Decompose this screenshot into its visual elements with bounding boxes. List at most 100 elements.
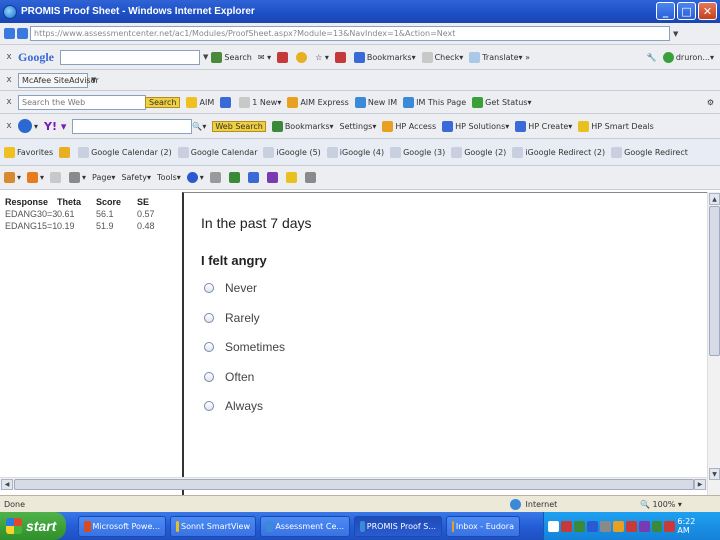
tray-app-icon[interactable] (651, 520, 663, 532)
tray-app-icon[interactable] (573, 520, 585, 532)
web-search-button[interactable]: Search (145, 96, 181, 108)
scroll-right-icon[interactable]: ▶ (694, 479, 706, 490)
url-field[interactable]: https://www.assessmentcenter.net/ac1/Mod… (30, 26, 670, 41)
vertical-scroll-thumb[interactable] (709, 206, 720, 356)
close-toolbar-icon[interactable]: x (0, 52, 18, 62)
close-toolbar-icon[interactable]: x (0, 75, 18, 85)
task-smartview[interactable]: Sonnt SmartView (170, 515, 256, 537)
security-zone[interactable]: Internet (510, 498, 557, 510)
yahoo-bookmarks-button[interactable]: Bookmarks ▾ (271, 120, 334, 132)
radio-button[interactable] (204, 342, 214, 352)
favorite-link[interactable]: Google Calendar (2) (78, 146, 172, 158)
task-eudora[interactable]: Inbox - Eudora (446, 515, 520, 537)
wrench-icon[interactable]: 🔧 (647, 53, 657, 62)
page-menu[interactable]: Page ▾ (92, 173, 115, 182)
messenger-icon[interactable] (228, 172, 242, 183)
favorite-link[interactable]: iGoogle Redirect (2) (512, 146, 605, 158)
blog-icon[interactable] (247, 172, 261, 183)
horizontal-scroll-thumb[interactable] (14, 479, 694, 490)
read-mail-icon[interactable] (50, 172, 63, 183)
im-this-page-button[interactable]: IM This Page (403, 96, 466, 108)
gear-icon[interactable]: ⚙ (707, 98, 714, 107)
yahoo-logo-icon[interactable]: Y! ▾ (44, 120, 66, 133)
search-icon[interactable]: 🔍▾ (192, 122, 206, 131)
forward-icon[interactable] (17, 28, 28, 39)
option-sometimes[interactable]: Sometimes (204, 340, 285, 354)
tray-app-icon[interactable] (664, 520, 676, 532)
radio-button[interactable] (204, 283, 214, 293)
maximize-button[interactable]: □ (677, 2, 696, 20)
radio-button[interactable] (204, 401, 214, 411)
option-never[interactable]: Never (204, 281, 257, 295)
favorite-link[interactable]: Google (3) (390, 146, 445, 158)
new-messages-button[interactable]: 1 New ▾ (239, 96, 281, 108)
google-search-button[interactable]: Search (211, 51, 252, 63)
tray-app-icon[interactable] (599, 520, 611, 532)
tray-app-icon[interactable] (638, 520, 650, 532)
favorite-link[interactable]: iGoogle (5) (263, 146, 321, 158)
bookmark-icon[interactable] (285, 172, 299, 183)
siteadvisor-button[interactable]: McAfee SiteAdvisor (18, 72, 99, 88)
aim-button[interactable]: AIM (186, 96, 214, 108)
tray-app-icon[interactable] (560, 520, 572, 532)
vertical-scrollbar[interactable]: ▲ ▼ (707, 192, 720, 495)
scroll-up-icon[interactable]: ▲ (709, 193, 720, 205)
get-status-button[interactable]: Get Status ▾ (472, 96, 531, 108)
scroll-down-icon[interactable]: ▼ (709, 468, 720, 480)
close-button[interactable]: ✕ (698, 2, 717, 20)
print-icon[interactable]: ▾ (69, 172, 86, 183)
zoom-level[interactable]: 🔍 100% ▾ (640, 500, 682, 509)
add-icon[interactable] (220, 96, 233, 108)
task-promis-proof-sheet[interactable]: PROMIS Proof S... (354, 515, 442, 537)
feeds-icon[interactable]: ▾ (27, 172, 44, 183)
web-search-input[interactable]: Search the Web (18, 94, 146, 110)
settings-button[interactable]: Settings ▾ (340, 122, 377, 131)
new-im-button[interactable]: New IM (354, 96, 397, 108)
clock[interactable]: 6:22 AM (677, 517, 710, 535)
favorite-link[interactable]: Google (2) (451, 146, 506, 158)
horizontal-scrollbar[interactable]: ◀ ▶ (0, 477, 707, 490)
radio-button[interactable] (204, 313, 214, 323)
minimize-button[interactable]: _ (656, 2, 675, 20)
onenote-icon[interactable] (266, 172, 280, 183)
close-toolbar-icon[interactable]: x (0, 97, 18, 107)
chrome-icon[interactable] (296, 51, 309, 63)
help-icon[interactable]: ▾ (186, 172, 204, 183)
translate-button[interactable]: Translate ▾ » (469, 51, 530, 63)
hp-logo-icon[interactable]: ▾ (18, 119, 38, 133)
url-dropdown-icon[interactable]: ▼ (673, 30, 678, 38)
tray-app-icon[interactable] (586, 520, 598, 532)
yahoo-search-input[interactable] (72, 118, 193, 134)
research-icon[interactable] (209, 172, 223, 183)
back-icon[interactable] (4, 28, 15, 39)
bookmark-star-icon[interactable]: ☆ ▾ (315, 53, 329, 62)
task-assessment-center[interactable]: Assessment Ce... (260, 515, 350, 537)
mail-icon[interactable]: ✉ ▾ (258, 53, 271, 62)
aim-express-button[interactable]: AIM Express (287, 96, 349, 108)
tools-menu[interactable]: Tools ▾ (157, 173, 181, 182)
safety-menu[interactable]: Safety ▾ (121, 173, 151, 182)
close-toolbar-icon[interactable]: x (0, 121, 18, 131)
translate-icon[interactable] (334, 51, 348, 63)
user-button[interactable]: druron... ▾ (662, 51, 714, 63)
add-favorite-icon[interactable] (59, 146, 72, 158)
option-always[interactable]: Always (204, 399, 263, 413)
tray-app-icon[interactable] (612, 520, 624, 532)
send-icon[interactable] (304, 172, 318, 183)
task-powerpoint[interactable]: Microsoft Powe... (78, 515, 166, 537)
siteadvisor-dropdown-icon[interactable]: ▼ (91, 76, 96, 84)
home-icon[interactable]: ▾ (4, 172, 21, 183)
bookmarks-button[interactable]: Bookmarks ▾ (353, 51, 416, 63)
option-often[interactable]: Often (204, 370, 254, 384)
share-icon[interactable] (277, 51, 290, 63)
favorite-link[interactable]: Google Redirect (611, 146, 688, 158)
favorite-link[interactable]: Google Calendar (177, 146, 257, 158)
tray-app-icon[interactable] (625, 520, 637, 532)
google-dropdown-icon[interactable]: ▼ (203, 53, 208, 61)
hp-solutions-button[interactable]: HP Solutions ▾ (442, 120, 509, 132)
radio-button[interactable] (204, 372, 214, 382)
help-icon[interactable] (548, 520, 559, 532)
hp-access-button[interactable]: HP Access (382, 120, 436, 132)
check-button[interactable]: Check ▾ (421, 51, 463, 63)
hp-create-button[interactable]: HP Create ▾ (515, 120, 572, 132)
